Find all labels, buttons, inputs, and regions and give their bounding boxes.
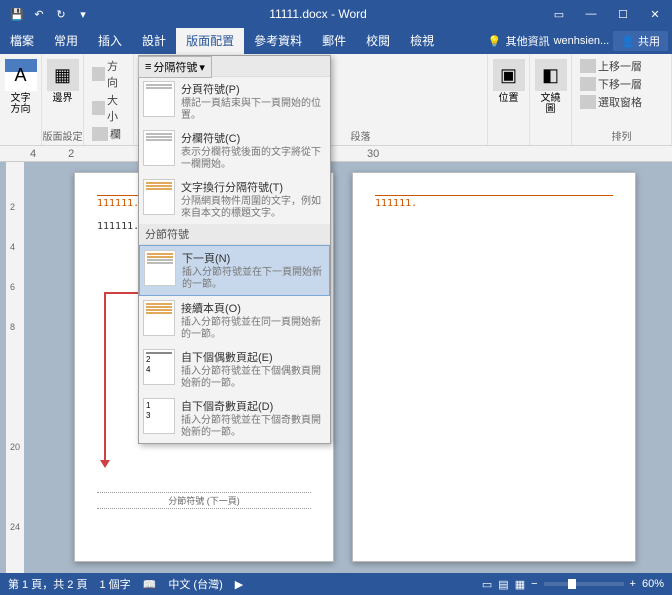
backward-icon <box>580 77 596 91</box>
group-arrange: 排列 <box>572 128 671 143</box>
orientation-button[interactable]: 方向 <box>90 57 127 91</box>
wrap-button[interactable]: ◧文繞圖 <box>536 57 565 117</box>
title-bar: 💾 ↶ ↻ ▾ 11111.docx - Word ▭ — ☐ ✕ <box>0 0 672 28</box>
horizontal-ruler[interactable]: 4224681030 <box>0 146 672 162</box>
tell-me-label[interactable]: 其他資訊 <box>506 33 550 49</box>
text-wrap-icon <box>143 179 175 215</box>
dd-item-even-page[interactable]: 24 自下個偶數頁起(E)插入分節符號並在下個偶數頁開始新的一節。 <box>139 345 330 394</box>
minimize-icon[interactable]: — <box>576 0 606 28</box>
view-print-icon[interactable]: ▤ <box>498 578 508 591</box>
dd-item-text-wrap-break[interactable]: 文字換行分隔符號(T)分隔網頁物件周圍的文字，例如來自本文的標題文字。 <box>139 175 330 224</box>
share-button[interactable]: 👤 共用 <box>613 31 668 51</box>
undo-icon[interactable]: ↶ <box>30 5 48 23</box>
zoom-in-icon[interactable]: + <box>630 578 636 590</box>
text-direction-icon: A <box>5 59 37 91</box>
word-count[interactable]: 1 個字 <box>99 576 130 592</box>
columns-button[interactable]: 欄 <box>90 125 127 143</box>
user-label[interactable]: wenhsien... <box>554 35 610 47</box>
select-pane-icon <box>580 95 596 109</box>
zoom-slider[interactable] <box>544 582 624 586</box>
menu-bar: 檔案 常用 插入 設計 版面配置 參考資料 郵件 校閱 檢視 💡 其他資訊 we… <box>0 28 672 54</box>
status-bar: 第 1 頁，共 2 頁 1 個字 📖 中文 (台灣) ▶ ▭ ▤ ▦ − + 6… <box>0 573 672 595</box>
orientation-icon <box>92 67 105 81</box>
next-page-icon <box>144 250 176 286</box>
maximize-icon[interactable]: ☐ <box>608 0 638 28</box>
chevron-down-icon: ▾ <box>199 61 205 74</box>
send-backward-button[interactable]: 下移一層 <box>578 75 665 93</box>
zoom-level[interactable]: 60% <box>642 578 664 590</box>
tab-design[interactable]: 設計 <box>132 28 176 54</box>
page-2[interactable]: 111111. <box>352 172 636 562</box>
odd-page-icon: 13 <box>143 398 175 434</box>
forward-icon <box>580 59 596 73</box>
close-icon[interactable]: ✕ <box>640 0 670 28</box>
margins-icon: ▦ <box>47 59 79 91</box>
tab-references[interactable]: 參考資料 <box>244 28 312 54</box>
section-break-marker: 分節符號 (下一頁) <box>97 492 311 509</box>
language-label[interactable]: 中文 (台灣) <box>168 576 222 592</box>
zoom-out-icon[interactable]: − <box>531 578 537 590</box>
breaks-dropdown-button[interactable]: ≡分隔符號▾ <box>138 56 212 78</box>
even-page-icon: 24 <box>143 349 175 385</box>
text-direction-button[interactable]: A 文字方向 <box>6 57 35 117</box>
group-page-setup: 版面設定 <box>42 128 83 143</box>
tab-mailings[interactable]: 郵件 <box>312 28 356 54</box>
dd-item-column-break[interactable]: 分欄符號(C)表示分欄符號後面的文字將從下一欄開始。 <box>139 126 330 175</box>
page-count[interactable]: 第 1 頁，共 2 頁 <box>8 576 87 592</box>
continuous-icon <box>143 300 175 336</box>
ribbon-options-icon[interactable]: ▭ <box>544 0 574 28</box>
position-icon: ▣ <box>493 59 525 91</box>
tab-layout[interactable]: 版面配置 <box>176 28 244 54</box>
dd-item-odd-page[interactable]: 13 自下個奇數頁起(D)插入分節符號並在下個奇數頁開始新的一節。 <box>139 394 330 443</box>
redo-icon[interactable]: ↻ <box>52 5 70 23</box>
tab-insert[interactable]: 插入 <box>88 28 132 54</box>
qat-more-icon[interactable]: ▾ <box>74 5 92 23</box>
tab-review[interactable]: 校閱 <box>356 28 400 54</box>
column-break-icon <box>143 130 175 166</box>
tab-home[interactable]: 常用 <box>44 28 88 54</box>
position-button[interactable]: ▣位置 <box>494 57 523 106</box>
dd-item-page-break[interactable]: 分頁符號(P)標記一頁結束與下一頁開始的位置。 <box>139 77 330 126</box>
bring-forward-button[interactable]: 上移一層 <box>578 57 665 75</box>
wrap-icon: ◧ <box>535 59 567 91</box>
breaks-dropdown-menu: 分頁符號 分頁符號(P)標記一頁結束與下一頁開始的位置。 分欄符號(C)表示分欄… <box>138 55 331 444</box>
dd-item-continuous[interactable]: 接續本頁(O)插入分節符號並在同一頁開始新的一節。 <box>139 296 330 345</box>
document-area[interactable]: 24682024 111111. 111111. 分節符號 (下一頁) 1111… <box>0 162 672 573</box>
columns-icon <box>92 127 108 141</box>
macro-icon[interactable]: ▶ <box>235 578 243 591</box>
size-icon <box>92 101 105 115</box>
margins-button[interactable]: ▦ 邊界 <box>48 57 77 106</box>
dd-item-next-page[interactable]: 下一頁(N)插入分節符號並在下一頁開始新的一節。 <box>139 245 330 296</box>
selection-pane-button[interactable]: 選取窗格 <box>578 93 665 111</box>
tab-view[interactable]: 檢視 <box>400 28 444 54</box>
tab-file[interactable]: 檔案 <box>0 28 44 54</box>
save-icon[interactable]: 💾 <box>8 5 26 23</box>
window-title: 11111.docx - Word <box>92 7 544 21</box>
page-break-icon <box>143 81 175 117</box>
spell-check-icon[interactable]: 📖 <box>143 578 157 591</box>
header-text-2: 111111. <box>375 198 613 209</box>
breaks-icon: ≡ <box>145 61 151 73</box>
view-web-icon[interactable]: ▦ <box>515 578 525 591</box>
vertical-ruler[interactable]: 24682024 <box>6 162 24 573</box>
ribbon: A 文字方向 ▦ 邊界 版面設定 方向 大小 欄 縮排 間距 ⬆ 0 行 ⬇ 0… <box>0 54 672 146</box>
view-read-icon[interactable]: ▭ <box>482 578 492 591</box>
dd-section-section-breaks: 分節符號 <box>139 224 330 245</box>
size-button[interactable]: 大小 <box>90 91 127 125</box>
tell-me-icon[interactable]: 💡 <box>488 35 502 48</box>
